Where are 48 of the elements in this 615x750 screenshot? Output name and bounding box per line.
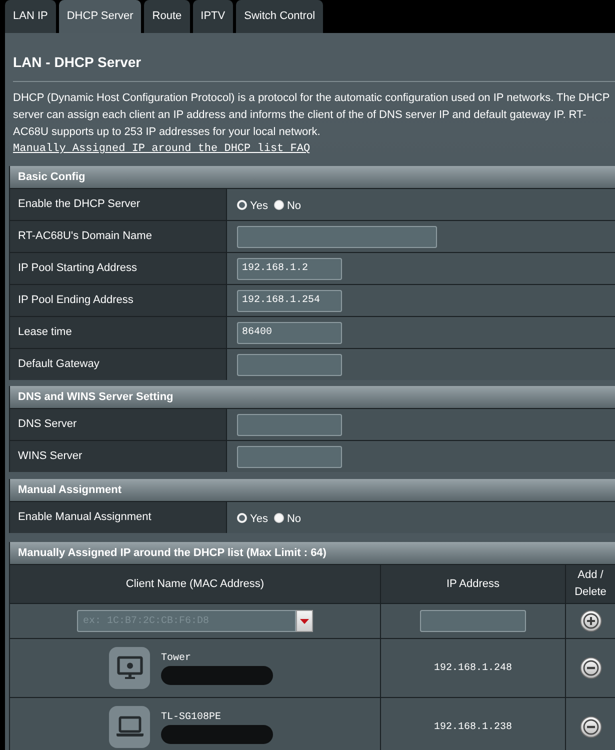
section-header: Basic Config <box>10 166 615 188</box>
section-header: Manually Assigned IP around the DHCP list (Max Limit : 64) <box>10 542 615 564</box>
monitor-icon <box>109 647 150 689</box>
tab[interactable]: Route <box>144 0 190 33</box>
row-label: Enable the DHCP Server <box>10 189 226 220</box>
remove-icon[interactable] <box>580 716 602 738</box>
row-label: RT-AC68U's Domain Name <box>10 221 226 252</box>
description-text: DHCP (Dynamic Host Configuration Protocol) is a protocol for the automatic configuration used on IP networks. The DHCP server can assign each client an IP address and informs the client of the of DNS server IP and default gateway IP. RT-AC68U supports up to 253 IP addresses for your local network. <box>12 91 611 140</box>
text-field[interactable]: 192.168.1.2 <box>237 258 342 280</box>
row-label: IP Pool Starting Address <box>10 253 226 284</box>
page-title: LAN - DHCP Server <box>12 53 142 71</box>
tab[interactable]: DHCP Server <box>58 0 142 33</box>
text-field[interactable] <box>237 414 342 436</box>
add-icon[interactable] <box>580 610 602 632</box>
column-header: Client Name (MAC Address) <box>10 565 381 603</box>
section-header: DNS and WINS Server Setting <box>10 386 615 408</box>
tab[interactable]: IPTV <box>192 0 234 33</box>
caret-icon <box>300 618 309 624</box>
radio-label: No <box>286 198 302 212</box>
row-label: Default Gateway <box>10 349 226 380</box>
client-name: Tower <box>161 652 192 664</box>
radio-label: Yes <box>250 512 268 526</box>
row-label: DNS Server <box>10 409 226 440</box>
section-header: Manual Assignment <box>10 479 615 501</box>
column-header: Add / Delete <box>566 565 615 603</box>
dropdown-button[interactable] <box>296 610 313 632</box>
client-ip: 192.168.1.238 <box>434 720 512 734</box>
radio-button[interactable] <box>274 512 284 522</box>
row-label: Enable Manual Assignment <box>10 502 226 533</box>
text-field[interactable] <box>237 446 342 468</box>
radio-button[interactable] <box>274 200 284 210</box>
row-label: Lease time <box>10 317 226 348</box>
tab[interactable]: Switch Control <box>236 0 324 33</box>
text-field[interactable] <box>237 354 342 376</box>
radio-label: No <box>286 512 302 526</box>
ip-address-field[interactable] <box>420 610 526 632</box>
row-label: IP Pool Ending Address <box>10 285 226 316</box>
row-label: WINS Server <box>10 441 226 472</box>
tab[interactable]: LAN IP <box>5 0 56 33</box>
client-ip: 192.168.1.248 <box>434 662 512 676</box>
column-header: IP Address <box>381 565 566 603</box>
text-field[interactable]: 86400 <box>237 322 342 344</box>
text-field[interactable] <box>237 226 437 248</box>
client-name: TL-SG108PE <box>161 710 222 724</box>
radio-label: Yes <box>250 198 268 212</box>
remove-icon[interactable] <box>580 657 602 679</box>
faq-link[interactable]: Manually Assigned IP around the DHCP list FAQ <box>13 141 310 158</box>
text-field[interactable]: 192.168.1.254 <box>237 290 342 312</box>
